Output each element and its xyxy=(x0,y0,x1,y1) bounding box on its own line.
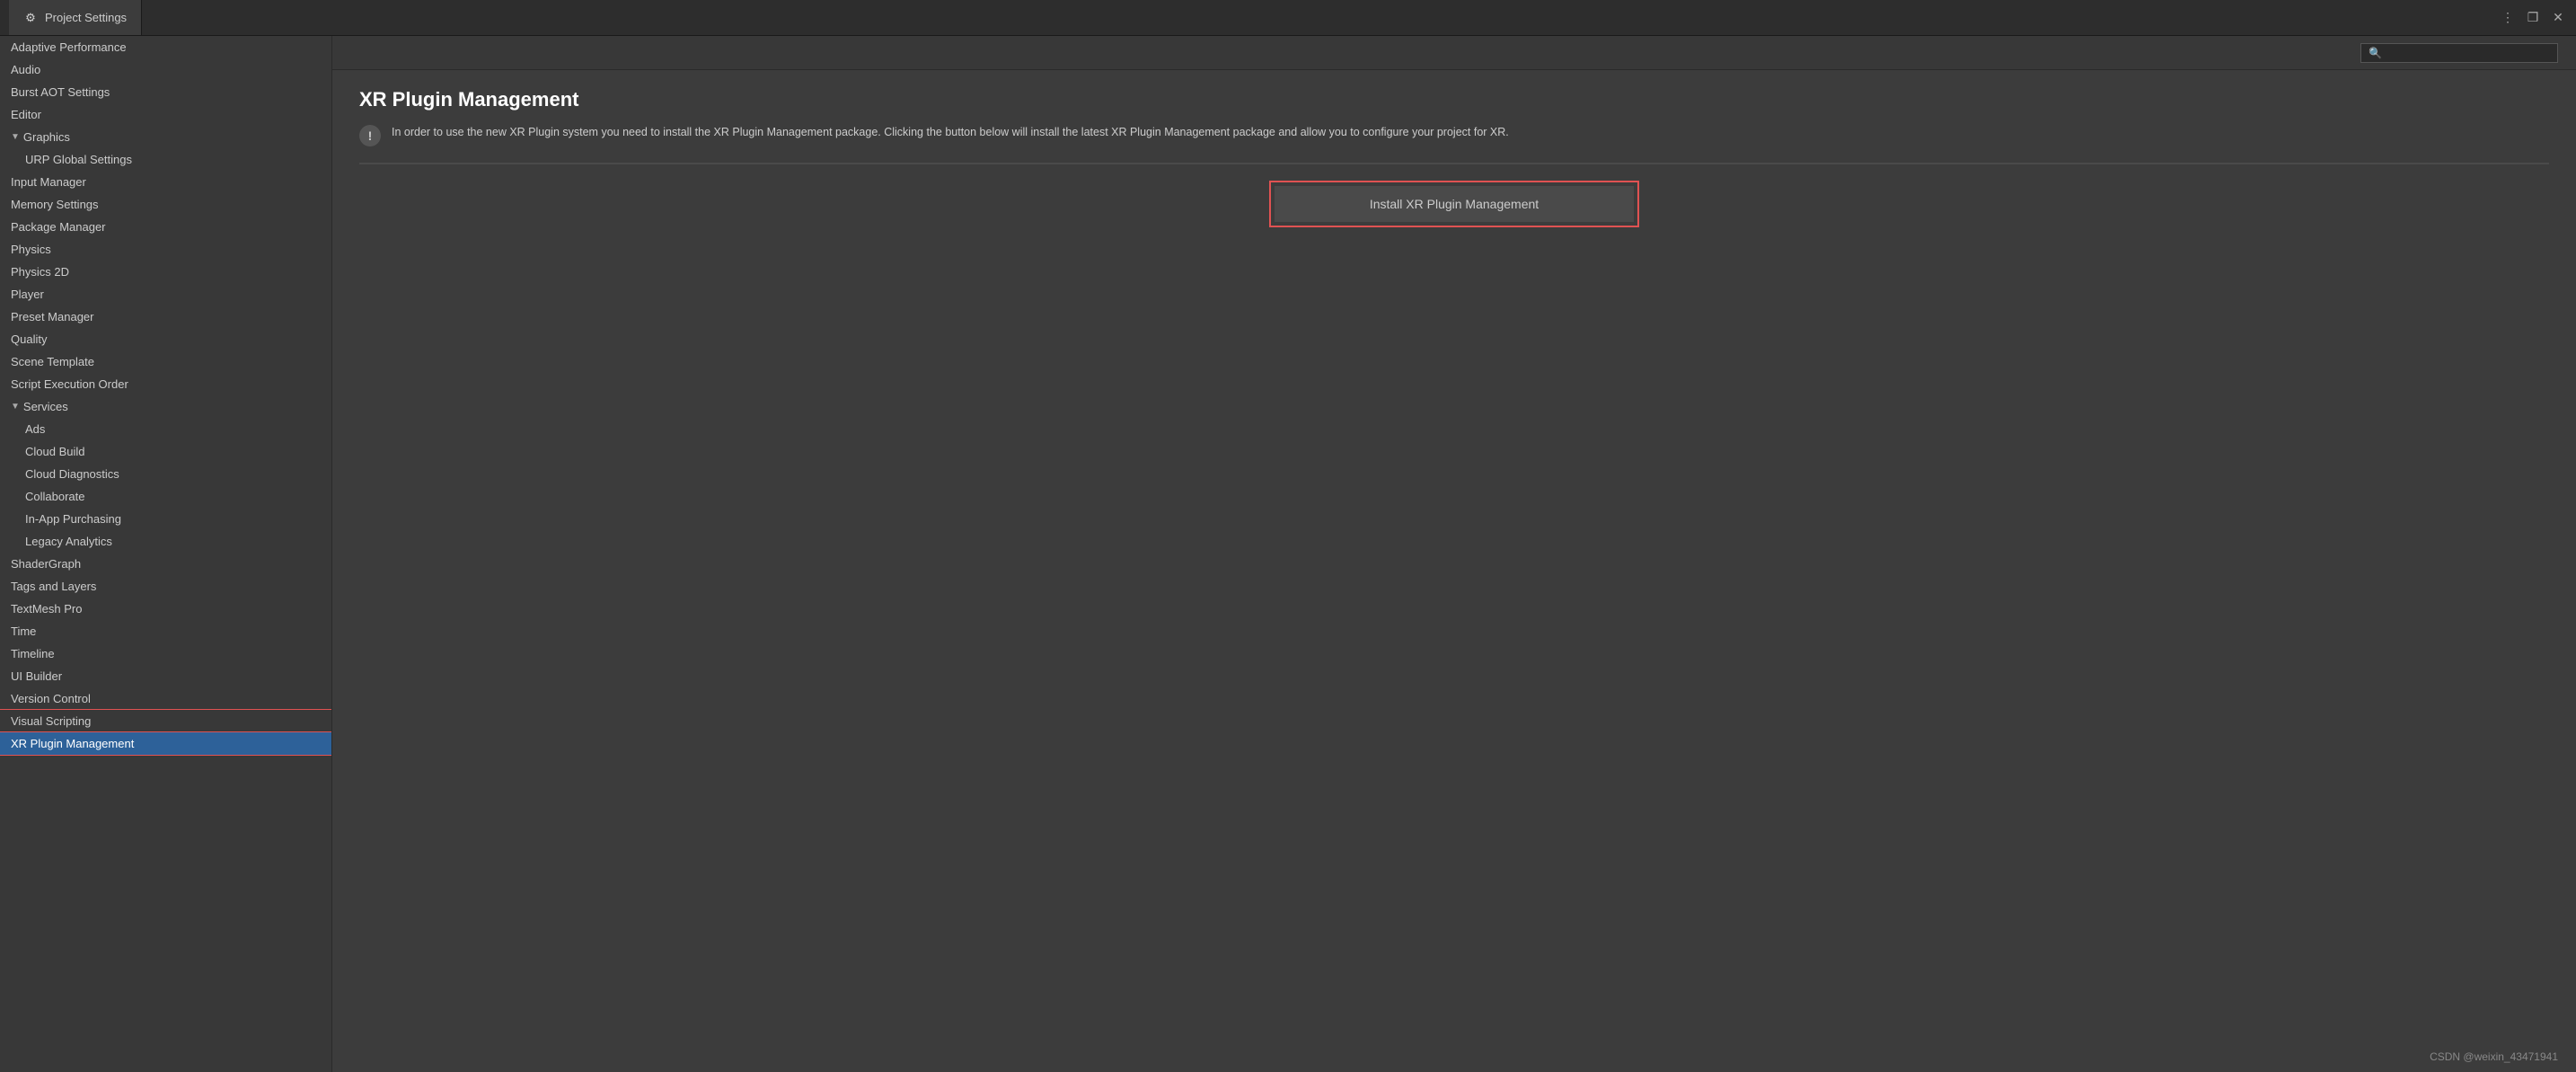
sidebar: Adaptive Performance Audio Burst AOT Setti… xyxy=(0,36,332,1072)
separator xyxy=(359,163,2549,164)
info-box: ! In order to use the new XR Plugin syst… xyxy=(359,124,2549,146)
expand-arrow-icon: ▼ xyxy=(11,132,20,142)
sidebar-item-label: XR Plugin Management xyxy=(11,737,134,750)
sidebar-item-label: Script Execution Order xyxy=(11,377,128,391)
search-field: 🔍 xyxy=(2360,43,2558,63)
sidebar-item-urp-global-settings[interactable]: URP Global Settings xyxy=(0,148,331,171)
search-icon: 🔍 xyxy=(2369,47,2382,59)
sidebar-item-audio[interactable]: Audio xyxy=(0,58,331,81)
info-icon: ! xyxy=(359,125,381,146)
sidebar-section: Adaptive Performance Audio Burst AOT Setti… xyxy=(0,36,331,755)
sidebar-item-label: ShaderGraph xyxy=(11,557,81,571)
sidebar-item-label: Visual Scripting xyxy=(11,714,91,728)
search-input[interactable] xyxy=(2386,47,2550,59)
sidebar-item-label: Legacy Analytics xyxy=(25,535,112,548)
sidebar-item-package-manager[interactable]: Package Manager xyxy=(0,216,331,238)
sidebar-item-quality[interactable]: Quality xyxy=(0,328,331,350)
sidebar-item-adaptive-performance[interactable]: Adaptive Performance xyxy=(0,36,331,58)
info-text: In order to use the new XR Plugin system… xyxy=(392,124,1509,141)
sidebar-item-label: Editor xyxy=(11,108,41,121)
title-bar: ⚙ Project Settings ⋮ ❐ ✕ xyxy=(0,0,2576,36)
sidebar-item-label: Cloud Build xyxy=(25,445,85,458)
sidebar-item-scene-template[interactable]: Scene Template xyxy=(0,350,331,373)
sidebar-item-label: Version Control xyxy=(11,692,91,705)
sidebar-item-graphics[interactable]: ▼Graphics xyxy=(0,126,331,148)
window-title: Project Settings xyxy=(45,11,127,24)
sidebar-item-physics-2d[interactable]: Physics 2D xyxy=(0,261,331,283)
title-bar-controls: ⋮ ❐ ✕ xyxy=(2499,9,2567,27)
more-options-icon[interactable]: ⋮ xyxy=(2499,9,2517,27)
sidebar-item-label: Package Manager xyxy=(11,220,106,234)
sidebar-item-label: Memory Settings xyxy=(11,198,99,211)
sidebar-item-in-app-purchasing[interactable]: In-App Purchasing xyxy=(0,508,331,530)
sidebar-item-label: Services xyxy=(23,400,68,413)
sidebar-item-collaborate[interactable]: Collaborate xyxy=(0,485,331,508)
sidebar-item-ads[interactable]: Ads xyxy=(0,418,331,440)
sidebar-item-label: Collaborate xyxy=(25,490,85,503)
sidebar-item-textmesh-pro[interactable]: TextMesh Pro xyxy=(0,598,331,620)
sidebar-item-legacy-analytics[interactable]: Legacy Analytics xyxy=(0,530,331,553)
install-button-wrapper: Install XR Plugin Management xyxy=(359,172,2549,236)
restore-icon[interactable]: ❐ xyxy=(2524,9,2542,27)
sidebar-item-label: In-App Purchasing xyxy=(25,512,121,526)
sidebar-item-label: TextMesh Pro xyxy=(11,602,82,616)
sidebar-item-timeline[interactable]: Timeline xyxy=(0,642,331,665)
sidebar-item-label: Time xyxy=(11,625,36,638)
sidebar-item-label: Adaptive Performance xyxy=(11,40,127,54)
sidebar-item-label: Quality xyxy=(11,332,47,346)
sidebar-item-burst-aot-settings[interactable]: Burst AOT Settings xyxy=(0,81,331,103)
main-container: Adaptive Performance Audio Burst AOT Setti… xyxy=(0,36,2576,1072)
sidebar-item-label: Cloud Diagnostics xyxy=(25,467,119,481)
content-title: XR Plugin Management xyxy=(359,88,2549,111)
sidebar-item-label: Physics 2D xyxy=(11,265,69,279)
sidebar-item-label: Tags and Layers xyxy=(11,580,96,593)
sidebar-item-cloud-build[interactable]: Cloud Build xyxy=(0,440,331,463)
sidebar-item-label: Graphics xyxy=(23,130,70,144)
sidebar-item-memory-settings[interactable]: Memory Settings xyxy=(0,193,331,216)
sidebar-item-cloud-diagnostics[interactable]: Cloud Diagnostics xyxy=(0,463,331,485)
sidebar-item-version-control[interactable]: Version Control xyxy=(0,687,331,710)
window-icon: ⚙ xyxy=(23,11,38,25)
sidebar-item-physics[interactable]: Physics xyxy=(0,238,331,261)
sidebar-item-label: Physics xyxy=(11,243,51,256)
sidebar-item-time[interactable]: Time xyxy=(0,620,331,642)
sidebar-item-preset-manager[interactable]: Preset Manager xyxy=(0,306,331,328)
title-bar-tab[interactable]: ⚙ Project Settings xyxy=(9,0,142,35)
install-button-container: Install XR Plugin Management xyxy=(1269,181,1639,227)
sidebar-item-shadergraph[interactable]: ShaderGraph xyxy=(0,553,331,575)
sidebar-item-ui-builder[interactable]: UI Builder xyxy=(0,665,331,687)
expand-arrow-icon: ▼ xyxy=(11,402,20,412)
sidebar-item-label: UI Builder xyxy=(11,669,62,683)
sidebar-item-tags-and-layers[interactable]: Tags and Layers xyxy=(0,575,331,598)
sidebar-item-label: Ads xyxy=(25,422,45,436)
top-search-area: 🔍 xyxy=(332,36,2576,70)
close-icon[interactable]: ✕ xyxy=(2549,9,2567,27)
sidebar-item-script-execution-order[interactable]: Script Execution Order xyxy=(0,373,331,395)
sidebar-item-services[interactable]: ▼Services xyxy=(0,395,331,418)
content-wrapper: XR Plugin Management ! In order to use t… xyxy=(332,70,2576,1072)
sidebar-item-label: Preset Manager xyxy=(11,310,94,323)
content-area: 🔍 XR Plugin Management ! In order to use… xyxy=(332,36,2576,1072)
sidebar-item-visual-scripting[interactable]: Visual Scripting xyxy=(0,710,331,732)
watermark: CSDN @weixin_43471941 xyxy=(2430,1050,2558,1063)
sidebar-item-label: Scene Template xyxy=(11,355,94,368)
sidebar-item-label: Timeline xyxy=(11,647,55,660)
sidebar-item-xr-plugin-management[interactable]: XR Plugin Management xyxy=(0,732,331,755)
sidebar-item-editor[interactable]: Editor xyxy=(0,103,331,126)
install-xr-plugin-button[interactable]: Install XR Plugin Management xyxy=(1275,186,1634,222)
sidebar-item-label: Player xyxy=(11,288,44,301)
sidebar-item-label: URP Global Settings xyxy=(25,153,132,166)
sidebar-item-label: Burst AOT Settings xyxy=(11,85,110,99)
sidebar-item-player[interactable]: Player xyxy=(0,283,331,306)
sidebar-item-label: Audio xyxy=(11,63,40,76)
sidebar-item-label: Input Manager xyxy=(11,175,86,189)
sidebar-item-input-manager[interactable]: Input Manager xyxy=(0,171,331,193)
